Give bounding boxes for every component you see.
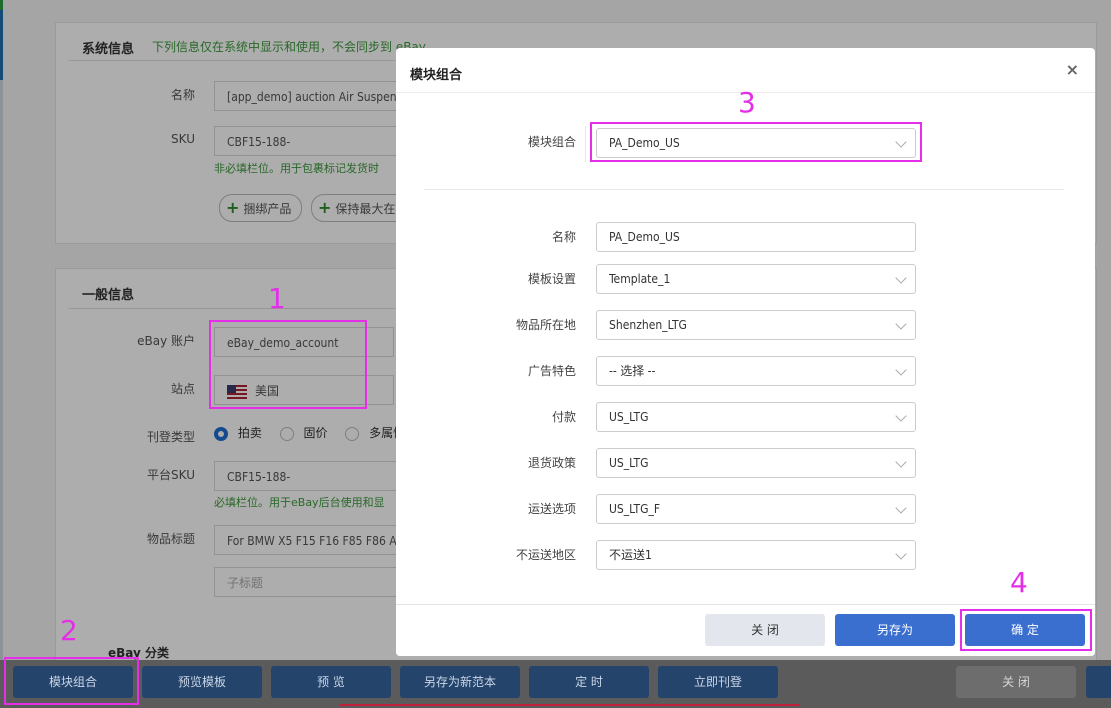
chevron-down-icon xyxy=(895,364,907,376)
annotation-number-1: 1 xyxy=(268,282,286,315)
field-label-exclude: 不运送地区 xyxy=(515,548,576,562)
list-now-button[interactable]: 立即刊登 xyxy=(658,666,778,698)
shipping-select[interactable]: US_LTG_F xyxy=(596,494,916,524)
annotation-number-2: 2 xyxy=(60,614,78,647)
annotation-number-4: 4 xyxy=(1010,566,1028,599)
highlight-box-2 xyxy=(4,657,139,705)
field-label-promotion: 广告特色 xyxy=(527,364,576,378)
exclude-region-select[interactable]: 不运送1 xyxy=(596,540,916,570)
save-as-button[interactable]: 另存为 xyxy=(835,614,955,646)
field-label-template: 模板设置 xyxy=(527,272,576,286)
modal-section-divider xyxy=(424,189,1064,190)
chevron-down-icon xyxy=(895,410,907,422)
chevron-down-icon xyxy=(895,318,907,330)
bottom-close-button[interactable]: 关 闭 xyxy=(956,666,1076,698)
preview-template-button[interactable]: 预览模板 xyxy=(142,666,262,698)
chevron-down-icon xyxy=(895,456,907,468)
annotation-number-3: 3 xyxy=(738,86,756,119)
schedule-button[interactable]: 定 时 xyxy=(529,666,649,698)
close-icon[interactable]: × xyxy=(1066,60,1079,79)
label-separator xyxy=(585,126,586,162)
highlight-box-4 xyxy=(960,609,1092,651)
field-label-name: 名称 xyxy=(551,230,576,244)
chevron-down-icon xyxy=(895,502,907,514)
bottom-accent-line xyxy=(340,704,800,706)
field-label-location: 物品所在地 xyxy=(515,318,576,332)
promotion-select[interactable]: -- 选择 -- xyxy=(596,356,916,386)
save-as-sample-button[interactable]: 另存为新范本 xyxy=(400,666,520,698)
modal-title: 模块组合 xyxy=(410,68,463,83)
field-label-return: 退货政策 xyxy=(527,456,576,470)
highlight-box-1 xyxy=(209,320,367,409)
name-field[interactable]: PA_Demo_US xyxy=(596,222,916,252)
preview-button[interactable]: 预 览 xyxy=(271,666,391,698)
location-select[interactable]: Shenzhen_LTG xyxy=(596,310,916,340)
return-policy-select[interactable]: US_LTG xyxy=(596,448,916,478)
field-label-shipping: 运送选项 xyxy=(527,502,576,516)
modal-close-button[interactable]: 关 闭 xyxy=(705,614,825,646)
bottom-extra-button[interactable] xyxy=(1086,666,1111,698)
chevron-down-icon xyxy=(895,548,907,560)
highlight-box-3 xyxy=(590,122,922,162)
template-select[interactable]: Template_1 xyxy=(596,264,916,294)
combo-label: 模块组合 xyxy=(527,135,576,149)
field-label-payment: 付款 xyxy=(551,410,576,424)
chevron-down-icon xyxy=(895,272,907,284)
payment-select[interactable]: US_LTG xyxy=(596,402,916,432)
